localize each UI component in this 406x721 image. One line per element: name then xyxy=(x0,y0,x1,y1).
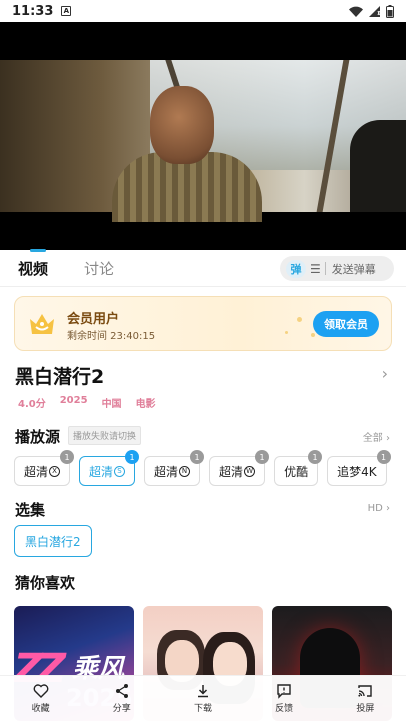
get-vip-button[interactable]: 领取会员 xyxy=(313,311,379,337)
vip-remaining-time: 剩余时间 23:40:15 xyxy=(67,331,156,342)
battery-icon xyxy=(386,4,394,18)
video-frame xyxy=(0,60,406,222)
danmu-toggle-icon[interactable]: 弹 xyxy=(286,259,306,278)
vip-banner[interactable]: 会员用户 剩余时间 23:40:15 领取会员 xyxy=(14,296,392,351)
bottom-action-bar: 收藏 分享 下载 反馈 投屏 xyxy=(0,675,406,721)
source-badge: 1 xyxy=(125,450,140,464)
favorite-button[interactable]: 收藏 xyxy=(11,683,71,714)
source-chip-n[interactable]: 超清 N 1 xyxy=(144,450,205,486)
tab-video[interactable]: 视频 xyxy=(18,248,48,279)
movie-meta: 4.0分 2025 中国 电影 xyxy=(18,395,156,410)
cast-icon xyxy=(358,685,373,697)
movie-region: 中国 xyxy=(101,399,122,410)
source-chip-w[interactable]: 超清 W 1 xyxy=(209,450,270,486)
quality-value: HD xyxy=(367,503,383,514)
recommend-section-title: 猜你喜欢 xyxy=(15,574,76,592)
video-player[interactable] xyxy=(0,22,406,250)
source-badge: 1 xyxy=(255,450,270,464)
source-label: 超清 xyxy=(24,464,49,479)
status-icons xyxy=(349,4,394,18)
source-suffix: S xyxy=(114,465,126,477)
heart-icon xyxy=(33,684,49,698)
status-time: 11:33 xyxy=(12,3,54,19)
tab-discussion[interactable]: 讨论 xyxy=(84,258,114,279)
source-chip-zhuimeng[interactable]: 追梦4K 1 xyxy=(327,450,391,486)
danmu-settings-icon[interactable]: ☰ xyxy=(310,262,321,276)
wifi-icon xyxy=(349,6,363,17)
download-button[interactable]: 下载 xyxy=(173,683,233,714)
feedback-button[interactable]: 反馈 xyxy=(254,683,314,714)
sources-all-link[interactable]: 全部 › xyxy=(363,429,390,444)
movie-year: 2025 xyxy=(59,395,88,406)
source-section-title: 播放源 xyxy=(15,428,61,446)
notification-a-icon: A xyxy=(61,6,72,16)
episodes-section-title: 选集 xyxy=(15,501,46,519)
feedback-icon xyxy=(277,684,291,699)
source-list: 超清 X 1 超清 S 1 超清 N 1 超清 W 1 优酷 1 追梦4K 1 xyxy=(14,450,391,486)
sources-all-label: 全部 xyxy=(362,433,383,444)
favorite-label: 收藏 xyxy=(31,704,50,714)
danmu-bar[interactable]: 弹 ☰ 发送弹幕 xyxy=(280,256,394,281)
share-button[interactable]: 分享 xyxy=(92,683,152,714)
vip-crown-icon xyxy=(30,314,54,334)
movie-score: 4.0分 xyxy=(18,399,46,410)
chevron-right-icon[interactable]: › xyxy=(382,364,388,383)
source-label: 超清 xyxy=(154,464,179,479)
source-label: 超清 xyxy=(89,464,114,479)
source-badge: 1 xyxy=(308,450,323,464)
source-suffix: X xyxy=(49,465,61,477)
source-label: 优酷 xyxy=(284,464,309,479)
source-chip-s[interactable]: 超清 S 1 xyxy=(79,450,140,486)
source-suffix: W xyxy=(244,465,256,477)
quality-label[interactable]: HD › xyxy=(368,503,390,514)
send-danmu-input[interactable]: 发送弹幕 xyxy=(332,261,376,277)
source-chip-x[interactable]: 超清 X 1 xyxy=(14,450,75,486)
share-label: 分享 xyxy=(112,704,131,714)
download-icon xyxy=(197,685,208,698)
source-badge: 1 xyxy=(60,450,75,464)
source-badge: 1 xyxy=(190,450,205,464)
source-tip: 播放失败请切换 xyxy=(68,426,142,445)
episode-chip[interactable]: 黑白潜行2 xyxy=(14,525,92,557)
tabs-divider xyxy=(0,286,406,287)
share-icon xyxy=(115,684,128,698)
vip-title: 会员用户 xyxy=(67,312,120,327)
status-bar: 11:33 A xyxy=(0,0,406,22)
download-label: 下载 xyxy=(193,704,212,714)
signal-icon xyxy=(369,5,380,17)
source-chip-youku[interactable]: 优酷 1 xyxy=(274,450,323,486)
feedback-label: 反馈 xyxy=(275,704,294,714)
movie-title: 黑白潜行2 xyxy=(15,366,105,388)
source-label: 超清 xyxy=(219,464,244,479)
content-tabs: 视频 讨论 弹 ☰ 发送弹幕 xyxy=(0,248,406,286)
source-badge: 1 xyxy=(376,450,391,464)
source-label: 追梦4K xyxy=(337,464,377,479)
cast-label: 投屏 xyxy=(356,704,375,714)
cast-button[interactable]: 投屏 xyxy=(335,683,395,714)
movie-type: 电影 xyxy=(135,399,156,410)
source-suffix: N xyxy=(179,465,191,477)
